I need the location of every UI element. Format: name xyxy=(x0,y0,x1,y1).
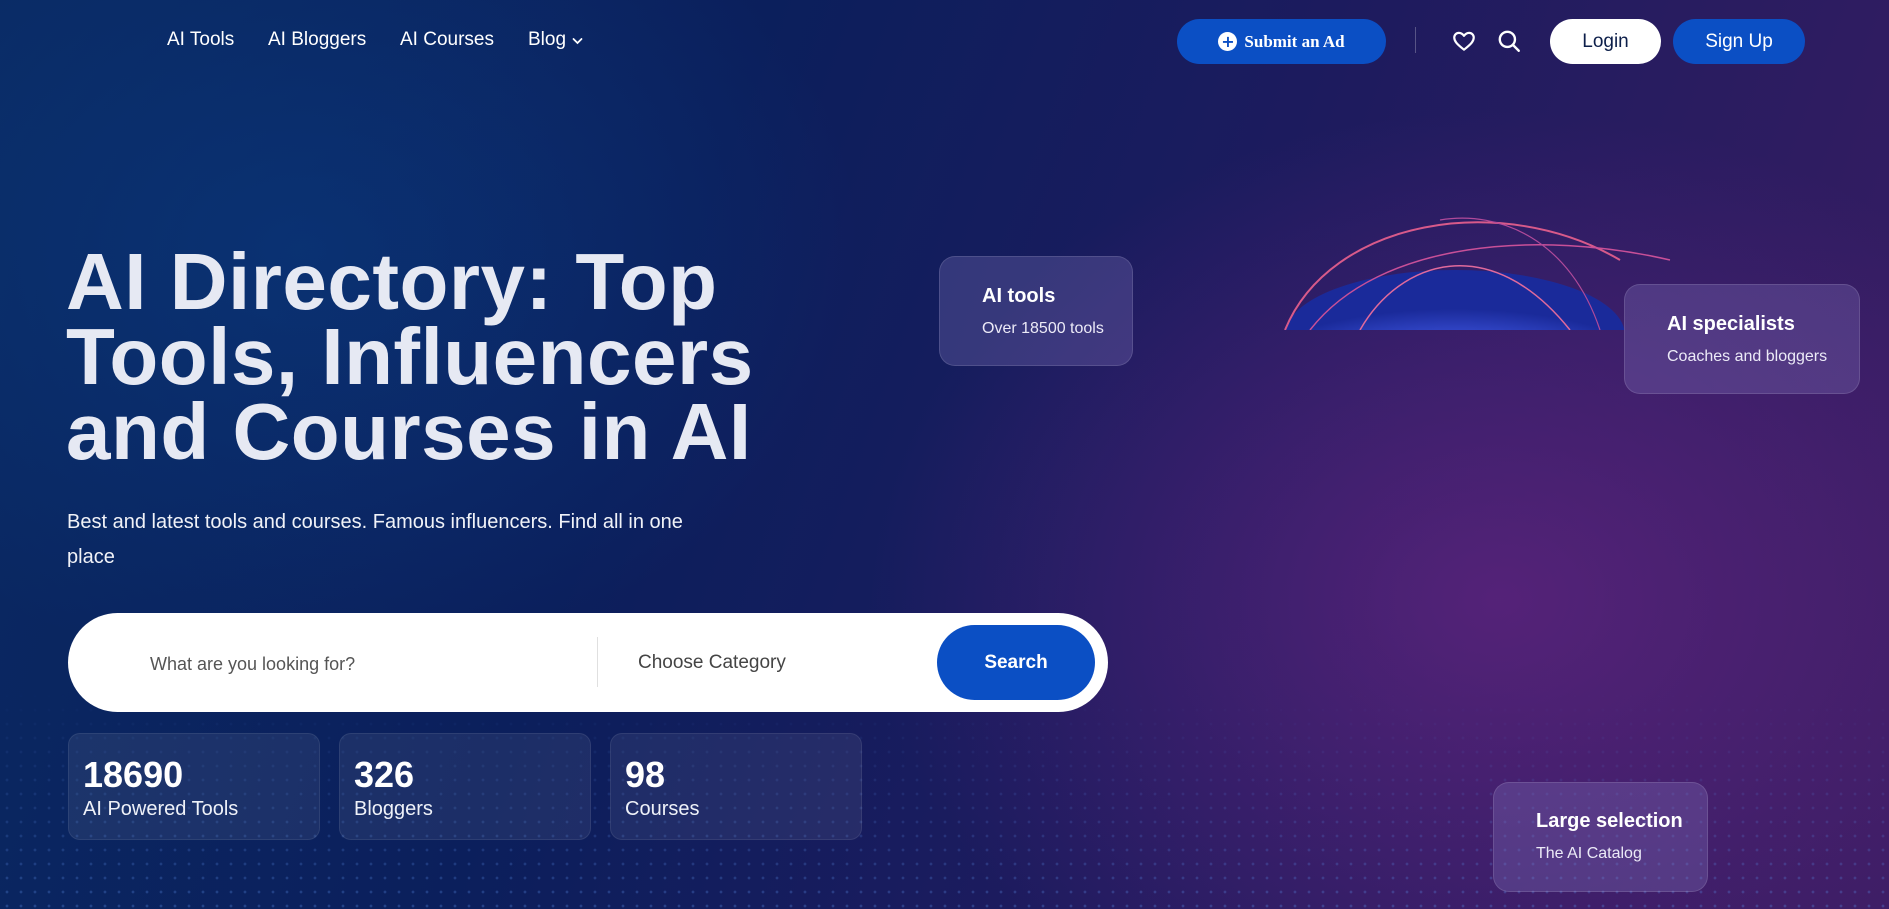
stat-label: AI Powered Tools xyxy=(83,798,239,820)
submit-ad-label: Submit an Ad xyxy=(1244,31,1345,51)
signup-button[interactable]: Sign Up xyxy=(1673,19,1805,64)
card-subtitle: Over 18500 tools xyxy=(982,320,1104,337)
hero-title: AI Directory: Top Tools, Influencers and… xyxy=(66,237,754,476)
chevron-down-icon xyxy=(572,29,583,51)
stat-card-courses: 98 Courses xyxy=(610,733,862,840)
category-select[interactable]: Choose Category xyxy=(638,641,980,685)
hero-subtitle: Best and latest tools and courses. Famou… xyxy=(67,511,683,568)
search-bar: Choose Category Search xyxy=(68,613,1108,712)
card-large-selection: Large selection The AI Catalog xyxy=(1493,782,1708,892)
card-ai-tools: AI tools Over 18500 tools xyxy=(939,256,1133,366)
stat-value: 18690 xyxy=(83,754,184,795)
login-button[interactable]: Login xyxy=(1550,19,1661,64)
nav-link-blog[interactable]: Blog xyxy=(528,29,583,51)
search-divider xyxy=(597,637,598,687)
nav-link-ai-tools[interactable]: AI Tools xyxy=(167,29,234,51)
globe-illustration xyxy=(1240,200,1680,330)
nav-divider xyxy=(1415,27,1416,53)
nav-link-ai-courses[interactable]: AI Courses xyxy=(400,29,494,51)
plus-circle-icon: + xyxy=(1218,32,1238,51)
search-input[interactable] xyxy=(148,641,632,687)
stat-card-tools: 18690 AI Powered Tools xyxy=(68,733,320,840)
heart-icon[interactable] xyxy=(1451,28,1477,54)
nav-link-blog-label: Blog xyxy=(528,29,567,51)
category-select-label: Choose Category xyxy=(638,652,786,673)
card-ai-specialists: AI specialists Coaches and bloggers xyxy=(1624,284,1860,394)
search-icon[interactable] xyxy=(1496,28,1522,54)
search-button[interactable]: Search xyxy=(937,625,1095,700)
stat-label: Courses xyxy=(625,798,700,820)
card-subtitle: The AI Catalog xyxy=(1536,845,1642,862)
card-title: AI tools xyxy=(982,285,1056,307)
stat-label: Bloggers xyxy=(354,798,433,820)
nav-link-ai-bloggers[interactable]: AI Bloggers xyxy=(268,29,366,51)
stat-card-bloggers: 326 Bloggers xyxy=(339,733,591,840)
top-navigation: AI Tools AI Bloggers AI Courses Blog + S… xyxy=(0,0,1889,82)
stat-value: 98 xyxy=(625,754,666,795)
stat-value: 326 xyxy=(354,754,415,795)
submit-ad-button[interactable]: + Submit an Ad xyxy=(1177,19,1386,64)
card-title: Large selection xyxy=(1536,810,1683,832)
card-title: AI specialists xyxy=(1667,313,1795,335)
card-subtitle: Coaches and bloggers xyxy=(1667,348,1828,365)
